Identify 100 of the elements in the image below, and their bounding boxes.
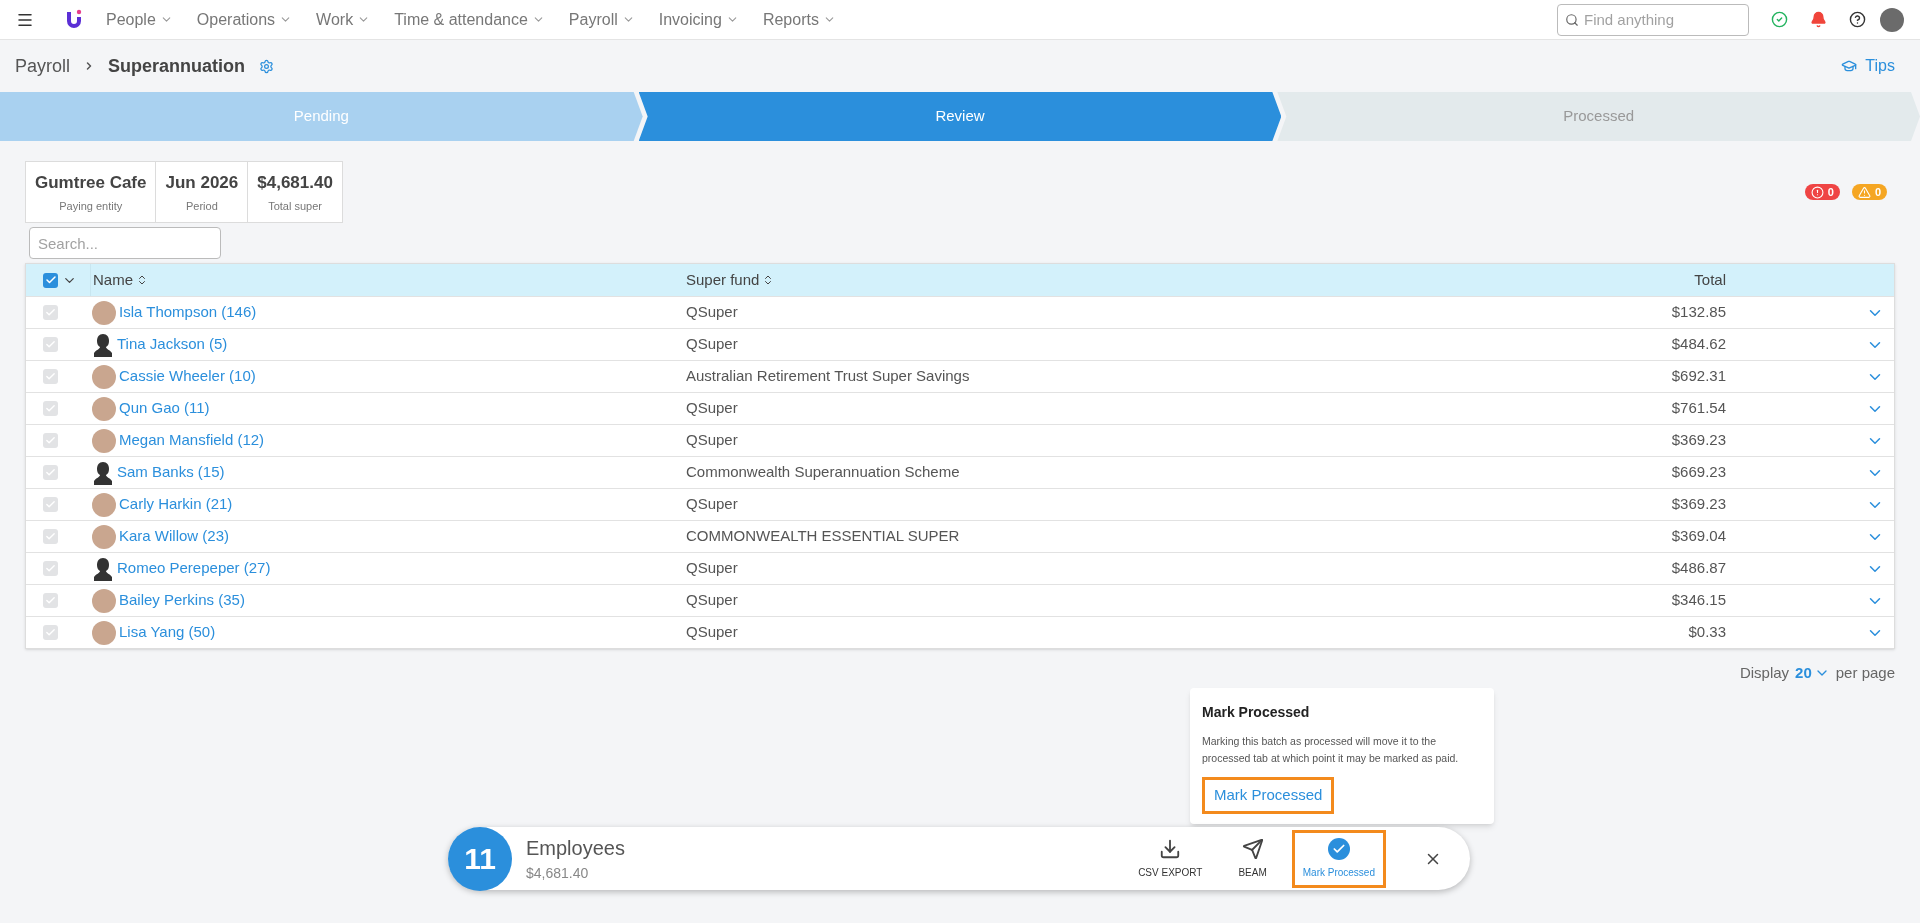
row-checkbox[interactable] [43,497,58,512]
employee-link[interactable]: Bailey Perkins (35) [119,589,245,612]
table-cell-text: $369.04 [1671,526,1726,547]
count-badge: 11 [448,826,512,891]
column-header[interactable]: Super fund [686,268,760,292]
check-icon [45,435,56,446]
table-cell-text: $669.23 [1671,462,1726,483]
warning-icon [1857,185,1871,199]
check-icon [45,595,56,606]
nav-menu-item[interactable]: People [106,7,173,32]
row-checkbox[interactable] [43,529,58,544]
summary-label: Paying entity [59,198,123,214]
step-tab[interactable]: Review [638,92,1282,141]
alert-count-badge: 0 [1851,184,1887,200]
employee-link[interactable]: Tina Jackson (5) [117,333,228,356]
table-cell-text: $369.23 [1671,430,1726,451]
column-header: Total [1694,269,1726,290]
status-check-icon[interactable] [1771,11,1788,28]
page-size-dropdown[interactable]: 20 [1795,662,1830,685]
check-icon [45,563,56,574]
user-avatar[interactable] [1880,7,1904,32]
action-bar-title: Employees [526,836,625,861]
mark-processed-link[interactable]: Mark Processed [1202,777,1335,814]
table-cell-text: COMMONWEALTH ESSENTIAL SUPER [686,526,961,547]
check-icon [44,274,57,286]
employee-link[interactable]: Carly Harkin (21) [119,493,233,516]
logo-icon[interactable] [64,8,84,31]
check-icon [45,403,56,414]
employee-link[interactable]: Romeo Perepeper (27) [117,557,271,580]
row-checkbox[interactable] [43,465,58,480]
table-cell-text: $486.87 [1671,558,1726,579]
summary-label: Period [185,198,218,214]
check-icon [45,371,56,382]
row-checkbox[interactable] [43,401,58,416]
tips-button[interactable]: Tips [1841,54,1895,78]
table-cell-text: QSuper [686,558,739,579]
employee-link[interactable]: Megan Mansfield (12) [119,429,265,452]
row-checkbox[interactable] [43,561,58,576]
check-icon [45,339,56,350]
row-checkbox[interactable] [43,593,58,608]
notification-icon[interactable] [1810,11,1827,28]
table-cell-text: QSuper [686,398,739,419]
action-button[interactable]: Mark Processed [1291,829,1386,888]
employee-link[interactable]: Lisa Yang (50) [119,621,216,644]
table-cell-text: $369.23 [1671,494,1726,515]
search-field[interactable]: Search... [29,227,221,259]
table-cell-text: $761.54 [1671,398,1726,419]
employee-link[interactable]: Kara Willow (23) [119,525,230,548]
send-icon [1241,837,1264,860]
help-icon[interactable] [1849,11,1866,28]
column-header[interactable]: Name [93,268,133,292]
select-all-checkbox[interactable] [43,272,58,288]
check-icon [45,531,56,542]
summary-value: Gumtree Cafe [35,172,147,194]
nav-menu-item[interactable]: Time & attendance [394,7,545,32]
employee-link[interactable]: Cassie Wheeler (10) [119,365,256,388]
sort-icon[interactable] [136,274,148,286]
nav-menu-item[interactable]: Operations [196,7,293,32]
table-cell-text: Australian Retirement Trust Super Savings [686,366,971,387]
nav-menu-item[interactable]: Invoicing [658,7,739,32]
download-icon [1159,837,1182,860]
page-title: Superannuation [108,54,246,78]
action-button[interactable]: CSV EXPORT [1127,829,1214,888]
row-checkbox[interactable] [43,337,58,352]
table-cell-text: QSuper [686,494,739,515]
check-icon [45,307,56,318]
table-cell-text: QSuper [686,430,739,451]
check-icon [45,467,56,478]
table-cell-text: $132.85 [1671,302,1726,323]
alert-count-badge: 0 [1804,184,1840,200]
check-icon [45,627,56,638]
check-icon [45,499,56,510]
settings-icon[interactable] [259,58,275,74]
table-cell-text: QSuper [686,622,739,643]
table-cell-text: $0.33 [1688,622,1726,643]
employee-link[interactable]: Qun Gao (11) [119,397,210,420]
row-checkbox[interactable] [43,369,58,384]
row-checkbox[interactable] [43,625,58,640]
nav-menu-item[interactable]: Reports [762,7,836,32]
employee-link[interactable]: Isla Thompson (146) [119,301,257,324]
nav-menu-item[interactable]: Work [316,7,371,32]
row-checkbox[interactable] [43,433,58,448]
search-icon [1565,12,1579,27]
table-cell-text: QSuper [686,302,739,323]
table-cell-text: Commonwealth Superannuation Scheme [686,462,961,483]
popover-text: Marking this batch as processed will move it to the processed tab at which point it may be marked as paid. [1202,734,1460,766]
employee-link[interactable]: Sam Banks (15) [117,461,225,484]
step-tab[interactable]: Processed [1277,92,1920,141]
nav-menu-item[interactable]: Payroll [568,7,635,32]
table-cell-text: $484.62 [1671,334,1726,355]
row-checkbox[interactable] [43,305,58,320]
table-cell-text: QSuper [686,334,739,355]
search-field[interactable]: Find anything [1557,3,1749,36]
popover-title: Mark Processed [1202,703,1311,722]
summary-value: $4,681.40 [257,172,333,194]
pagination-label: Display [1739,663,1790,683]
breadcrumb-link[interactable]: Payroll [15,52,71,80]
summary-label: Total super [268,198,322,214]
table-cell-text: $692.31 [1671,366,1726,387]
action-button[interactable]: BEAM [1227,829,1278,888]
